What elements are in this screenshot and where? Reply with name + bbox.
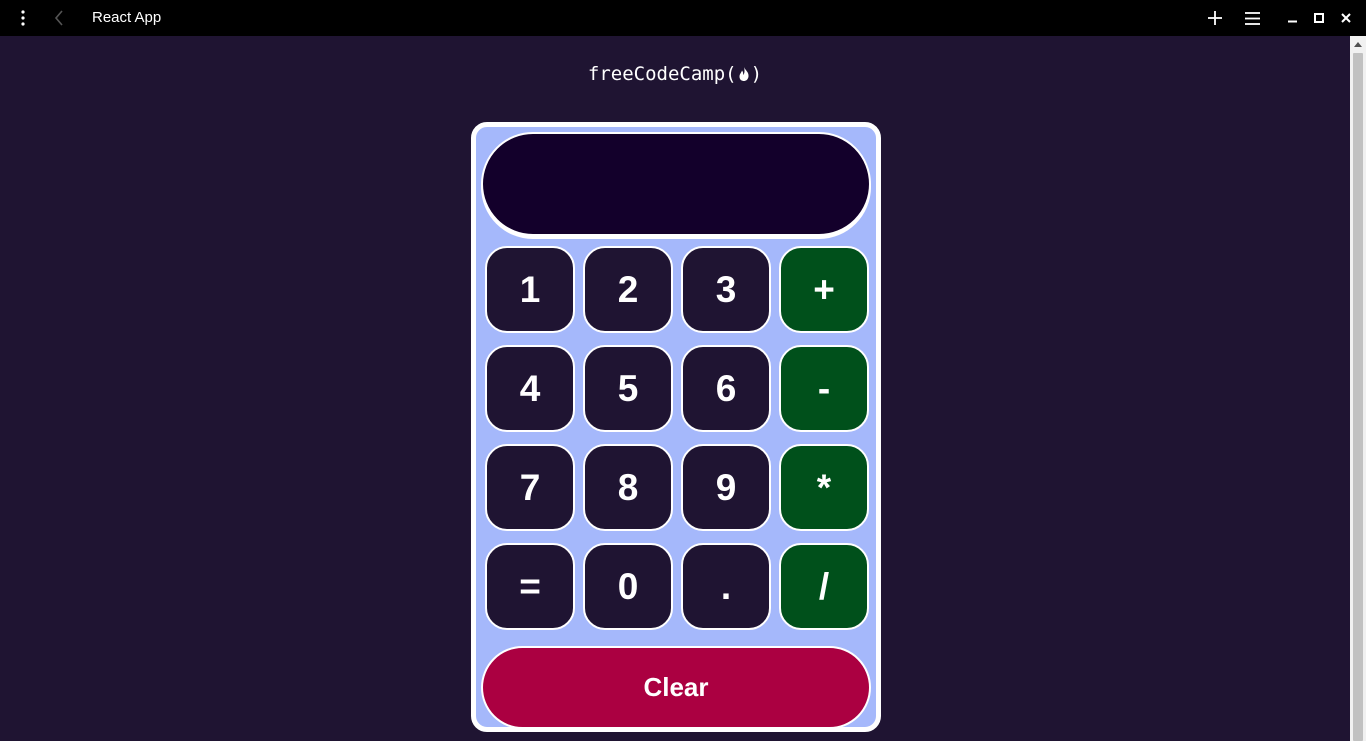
key-5-button[interactable]: 5 bbox=[583, 345, 673, 432]
key-3-button[interactable]: 3 bbox=[681, 246, 771, 333]
window-title-bar: React App bbox=[0, 0, 1366, 36]
key-2-button[interactable]: 2 bbox=[583, 246, 673, 333]
key-plus-button[interactable]: + bbox=[779, 246, 869, 333]
window-title: React App bbox=[92, 9, 162, 26]
freecodecamp-logo: freeCodeCamp( ) bbox=[0, 58, 1350, 90]
calculator: 1 2 3 +4 5 6- 7 8 9 * = 0. / Clear bbox=[471, 122, 881, 732]
logo-suffix: ) bbox=[750, 63, 763, 85]
calculator-display bbox=[481, 132, 871, 236]
logo-prefix: freeCodeCamp( bbox=[587, 63, 737, 85]
key-minus-button[interactable]: - bbox=[779, 345, 869, 432]
maximize-icon[interactable] bbox=[1309, 0, 1329, 36]
key-9-button[interactable]: 9 bbox=[681, 444, 771, 531]
key-6-button[interactable]: 6 bbox=[681, 345, 771, 432]
key-0-button[interactable]: 0 bbox=[583, 543, 673, 630]
minimize-icon[interactable] bbox=[1282, 0, 1302, 36]
key-4-button[interactable]: 4 bbox=[485, 345, 575, 432]
flame-icon bbox=[738, 66, 750, 82]
close-icon[interactable] bbox=[1336, 0, 1356, 36]
key-8-button[interactable]: 8 bbox=[583, 444, 673, 531]
key-1-button[interactable]: 1 bbox=[485, 246, 575, 333]
key-decimal-button[interactable]: . bbox=[681, 543, 771, 630]
scrollbar-thumb[interactable] bbox=[1353, 53, 1363, 741]
key-equals-button[interactable]: = bbox=[485, 543, 575, 630]
key-multiply-button[interactable]: * bbox=[779, 444, 869, 531]
key-divide-button[interactable]: / bbox=[779, 543, 869, 630]
menu-icon[interactable] bbox=[1240, 0, 1264, 36]
key-7-button[interactable]: 7 bbox=[485, 444, 575, 531]
back-arrow-icon[interactable] bbox=[46, 0, 72, 36]
plus-icon[interactable] bbox=[1203, 0, 1227, 36]
vertical-scrollbar[interactable] bbox=[1350, 36, 1366, 741]
clear-button[interactable]: Clear bbox=[481, 646, 871, 729]
scroll-up-arrow-icon[interactable] bbox=[1350, 36, 1366, 52]
more-vertical-icon[interactable] bbox=[10, 0, 36, 36]
